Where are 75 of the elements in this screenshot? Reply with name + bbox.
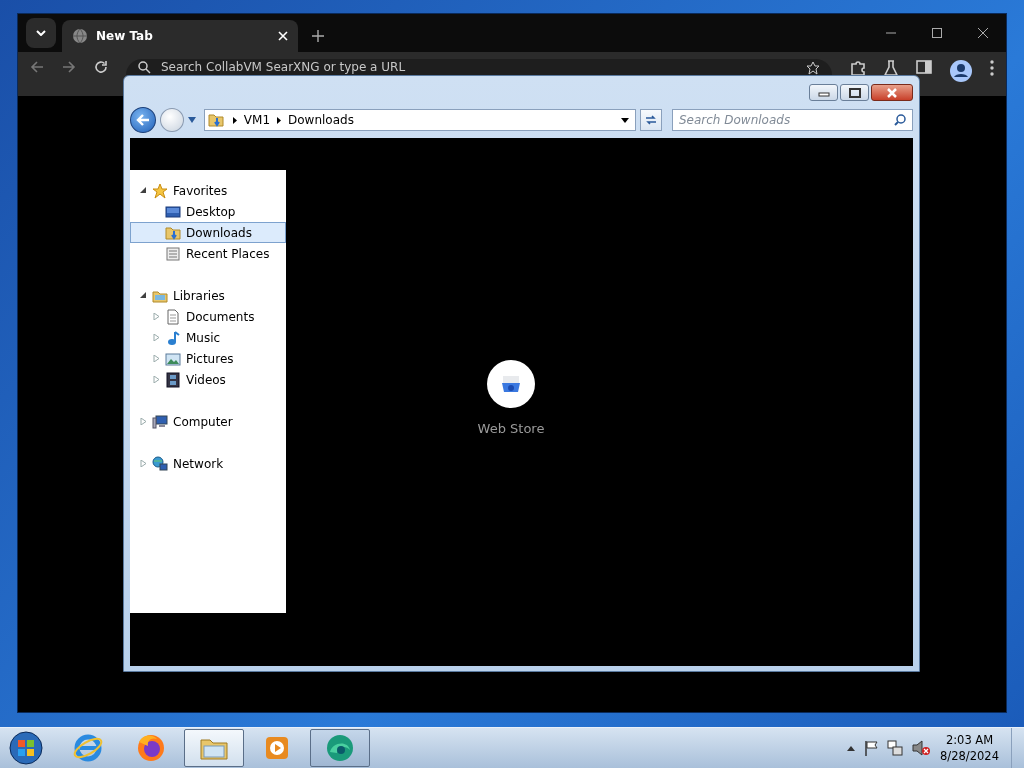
music-note-icon	[165, 329, 181, 346]
search-field[interactable]: Search Downloads	[678, 113, 894, 127]
flag-icon[interactable]	[864, 740, 879, 756]
tree-item[interactable]: Favorites	[130, 180, 286, 201]
film-icon	[165, 371, 181, 388]
back-arrow-icon[interactable]	[30, 60, 44, 74]
back-button[interactable]	[130, 107, 156, 133]
search-icon	[138, 61, 151, 74]
dropdown-arrow-icon[interactable]	[621, 117, 630, 123]
address-bar[interactable]: VM1 Downloads	[203, 109, 637, 131]
forward-arrow-icon[interactable]	[62, 60, 76, 74]
refresh-button[interactable]	[640, 109, 662, 131]
star-outline-icon[interactable]	[806, 61, 820, 75]
shortcut-label[interactable]: Web Store	[477, 421, 545, 436]
taskbar-app-button[interactable]	[184, 729, 244, 767]
clock-date[interactable]: 8/28/2024	[940, 748, 999, 764]
document-list-icon	[165, 245, 181, 262]
close-icon[interactable]	[978, 28, 988, 38]
tree-item[interactable]: Pictures	[130, 348, 286, 369]
profile-avatar-icon[interactable]	[950, 60, 972, 82]
side-panel-icon[interactable]	[916, 60, 932, 74]
web-store-shortcut[interactable]	[487, 360, 535, 408]
tree-item[interactable]: Libraries	[130, 285, 286, 306]
search-icon	[894, 114, 906, 126]
close-button[interactable]	[871, 84, 913, 101]
minimize-button[interactable]	[809, 84, 838, 101]
tree-item[interactable]: Recent Places	[130, 243, 286, 264]
windows-orb-icon	[9, 731, 43, 765]
globe-icon	[72, 28, 88, 44]
tab-search-button[interactable]	[26, 18, 56, 48]
maximize-button[interactable]	[840, 84, 869, 101]
folder-icon	[207, 112, 226, 128]
refresh-arrows-icon	[644, 114, 658, 126]
breadcrumb-item[interactable]: Downloads	[288, 113, 354, 127]
chevron-right-icon[interactable]	[232, 116, 237, 124]
tree-item[interactable]: Downloads	[130, 222, 286, 243]
puzzle-icon[interactable]	[850, 60, 866, 76]
close-icon	[886, 87, 898, 98]
restore-icon	[848, 87, 861, 98]
breadcrumb-item[interactable]: VM1	[243, 113, 270, 127]
computer-icon	[152, 413, 168, 430]
search-box[interactable]: Search Downloads	[671, 109, 913, 131]
chevron-down-icon	[36, 30, 46, 36]
globe-network-icon	[152, 455, 168, 472]
tree-item[interactable]: Desktop	[130, 201, 286, 222]
tree-item[interactable]: Music	[130, 327, 286, 348]
clock-time[interactable]: 2:03 AM	[945, 732, 994, 748]
taskbar-app-button[interactable]	[310, 729, 370, 767]
expanded-triangle-icon[interactable]	[139, 292, 147, 299]
folder-icon	[165, 224, 181, 241]
expanded-triangle-icon[interactable]	[139, 187, 147, 194]
tree-item[interactable]: Network	[130, 453, 286, 474]
star-icon	[152, 182, 168, 199]
address-bar[interactable]: Search CollabVM SearXNG or type a URL	[126, 59, 832, 75]
menu-icon[interactable]	[990, 60, 994, 76]
reload-icon[interactable]	[94, 60, 108, 74]
fox-globe-icon	[135, 732, 167, 764]
network-computers-icon[interactable]	[887, 740, 904, 756]
picture-icon	[165, 350, 181, 367]
e-logo-icon	[72, 732, 104, 764]
shopping-bag-icon	[501, 375, 521, 393]
tree-item[interactable]: Documents	[130, 306, 286, 327]
document-icon	[165, 308, 181, 325]
left-arrow-icon	[135, 114, 150, 126]
tab-title: New Tab	[96, 29, 154, 43]
speaker-muted-icon[interactable]	[912, 740, 931, 756]
plus-icon[interactable]	[312, 30, 324, 42]
maximize-icon[interactable]	[932, 28, 942, 38]
flask-icon[interactable]	[884, 60, 898, 76]
tree-item[interactable]: Videos	[130, 369, 286, 390]
chevron-right-icon[interactable]	[277, 116, 281, 124]
caret-up-icon[interactable]	[847, 745, 856, 751]
browser-tab[interactable]: New Tab	[62, 20, 298, 52]
tree-item[interactable]: Computer	[130, 411, 286, 432]
monitor-icon	[165, 203, 181, 220]
